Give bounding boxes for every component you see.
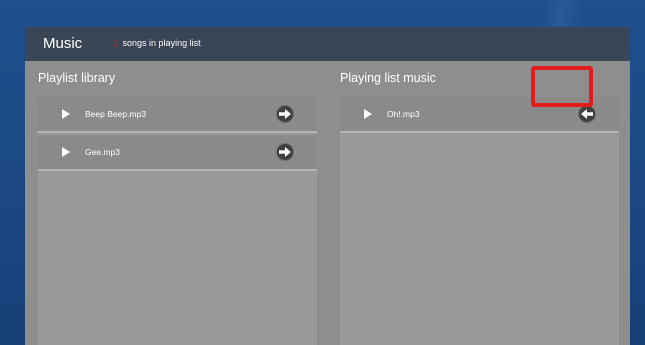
playing-song-row[interactable]: Oh!.mp3 bbox=[340, 97, 619, 133]
play-icon[interactable] bbox=[364, 109, 372, 119]
arrow-right-icon bbox=[279, 147, 291, 157]
song-name: Oh!.mp3 bbox=[387, 109, 420, 119]
library-song-row[interactable]: Beep Beep.mp3 bbox=[38, 97, 317, 133]
play-icon[interactable] bbox=[62, 147, 70, 157]
play-icon[interactable] bbox=[62, 109, 70, 119]
playing-count-label: songs in playing list bbox=[122, 38, 201, 48]
song-name: Beep Beep.mp3 bbox=[85, 109, 146, 119]
remove-from-playing-list-button[interactable] bbox=[578, 105, 596, 123]
playing-count: 1 songs in playing list bbox=[113, 38, 201, 48]
page-title: Music bbox=[43, 35, 83, 52]
add-to-playing-list-button[interactable] bbox=[276, 105, 294, 123]
playing-count-number: 1 bbox=[113, 38, 119, 48]
playlist-library-title: Playlist library bbox=[38, 71, 116, 85]
add-to-playing-list-button[interactable] bbox=[276, 143, 294, 161]
arrow-left-icon bbox=[581, 109, 593, 119]
library-song-row[interactable]: Gee.mp3 bbox=[38, 135, 317, 171]
music-window: Music 1 songs in playing list Playlist l… bbox=[25, 27, 630, 345]
header-bar: Music 1 songs in playing list bbox=[25, 27, 630, 61]
playlist-library-panel: Beep Beep.mp3 Gee.mp3 bbox=[38, 97, 317, 345]
song-name: Gee.mp3 bbox=[85, 147, 120, 157]
playing-list-title: Playing list music bbox=[340, 71, 436, 85]
playing-list-panel: Oh!.mp3 bbox=[340, 97, 619, 345]
arrow-right-icon bbox=[279, 109, 291, 119]
